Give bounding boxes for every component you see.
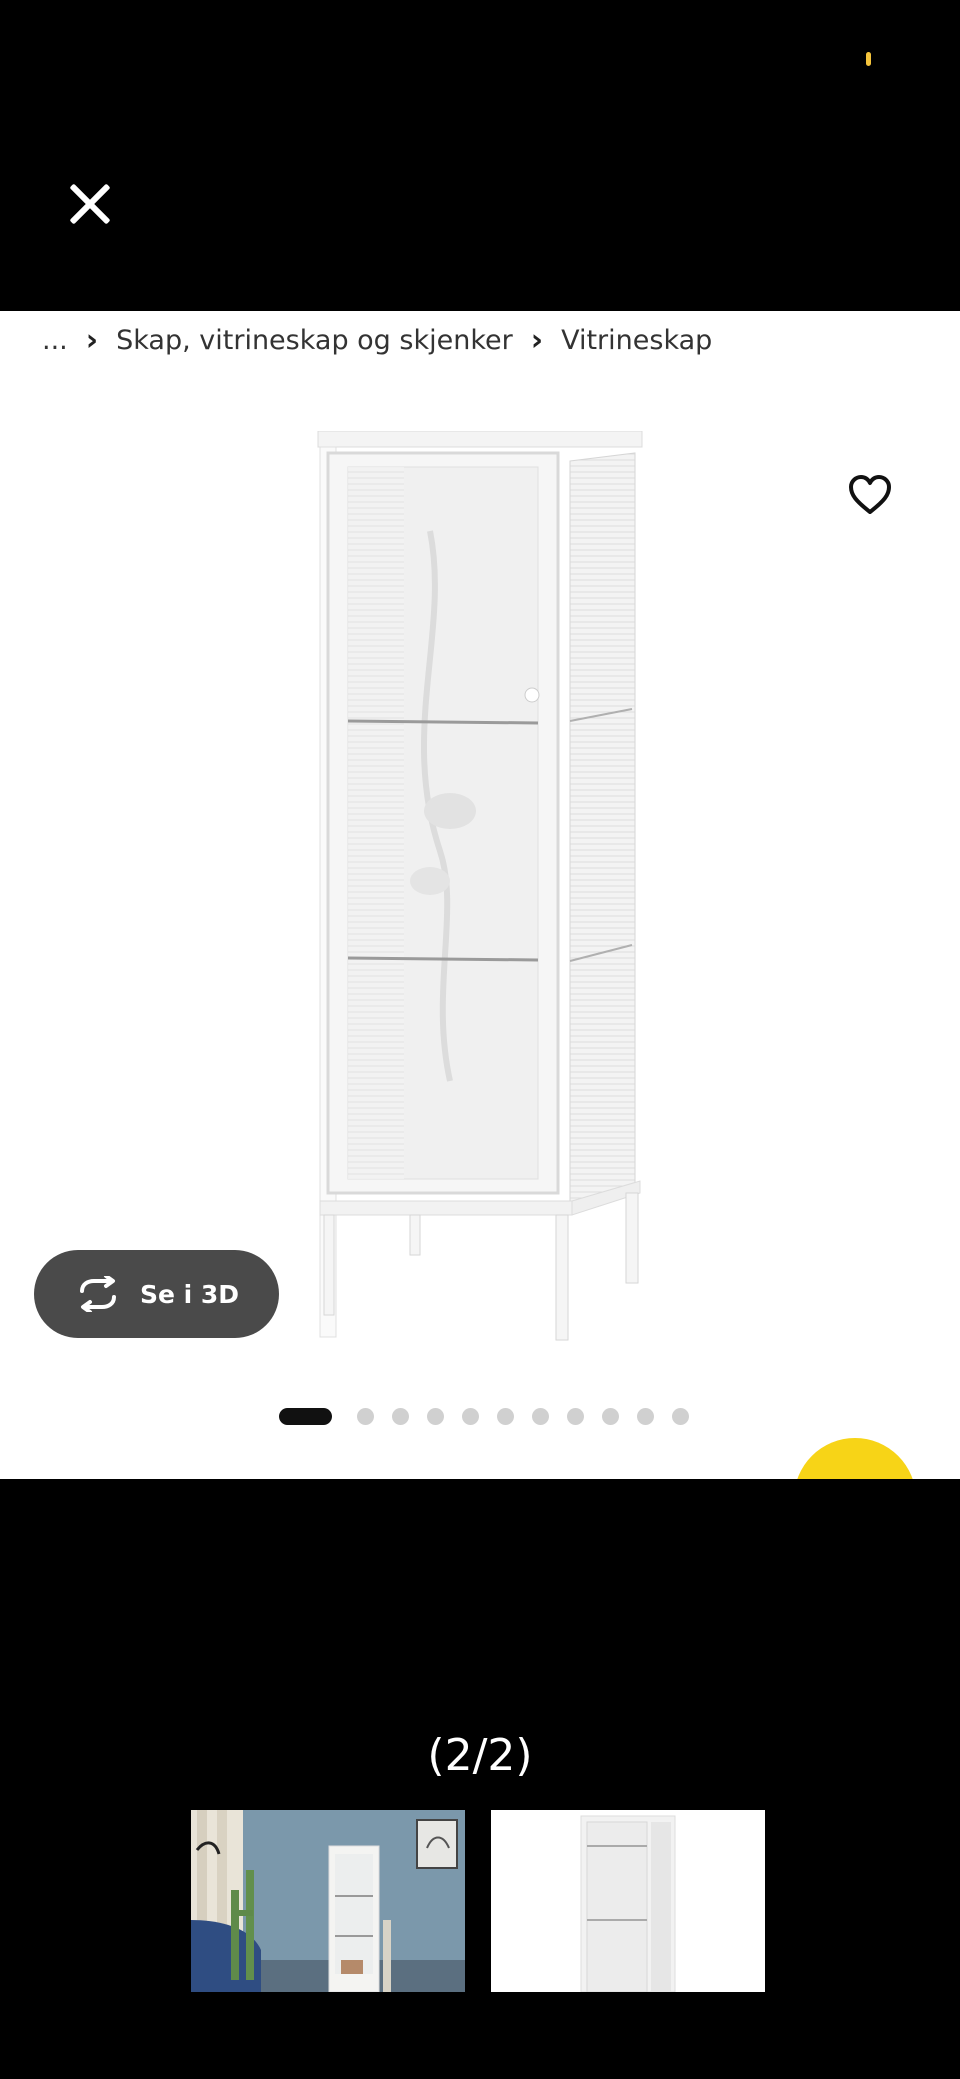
- product-image-panel: ... › Skap, vitrineskap og skjenker › Vi…: [0, 311, 960, 1479]
- heart-icon[interactable]: [848, 475, 892, 515]
- gallery-counter: (2/2): [427, 1730, 533, 1781]
- carousel-dot[interactable]: [497, 1408, 514, 1425]
- breadcrumb-item-display-cabinets[interactable]: Vitrineskap: [561, 325, 712, 356]
- chevron-right-icon: ›: [530, 323, 544, 358]
- breadcrumb-ellipsis[interactable]: ...: [42, 325, 68, 356]
- product-thumbnail-image: [491, 1810, 765, 1992]
- carousel-dot[interactable]: [672, 1408, 689, 1425]
- carousel-dot[interactable]: [392, 1408, 409, 1425]
- room-scene-image: [191, 1810, 465, 1992]
- breadcrumb-item-cabinets[interactable]: Skap, vitrineskap og skjenker: [116, 325, 513, 356]
- carousel-dot[interactable]: [532, 1408, 549, 1425]
- breadcrumb: ... › Skap, vitrineskap og skjenker › Vi…: [42, 323, 712, 358]
- carousel-dot[interactable]: [602, 1408, 619, 1425]
- carousel-dot-active[interactable]: [279, 1408, 332, 1425]
- chevron-right-icon: ›: [85, 323, 99, 358]
- floating-action-button[interactable]: [794, 1438, 916, 1479]
- carousel-dot[interactable]: [357, 1408, 374, 1425]
- status-indicator: [866, 52, 871, 66]
- product-image: [317, 431, 643, 1341]
- rotate-3d-icon: [79, 1276, 116, 1312]
- carousel-indicator: [279, 1408, 707, 1425]
- carousel-dot[interactable]: [637, 1408, 654, 1425]
- close-button[interactable]: [66, 180, 114, 228]
- carousel-dot[interactable]: [462, 1408, 479, 1425]
- gallery-thumbnail-room[interactable]: [191, 1810, 465, 1992]
- carousel-dot[interactable]: [427, 1408, 444, 1425]
- gallery-thumbnail-product[interactable]: [491, 1810, 765, 1992]
- view-in-3d-label: Se i 3D: [139, 1279, 240, 1309]
- view-in-3d-button[interactable]: Se i 3D: [34, 1250, 279, 1338]
- carousel-dot[interactable]: [567, 1408, 584, 1425]
